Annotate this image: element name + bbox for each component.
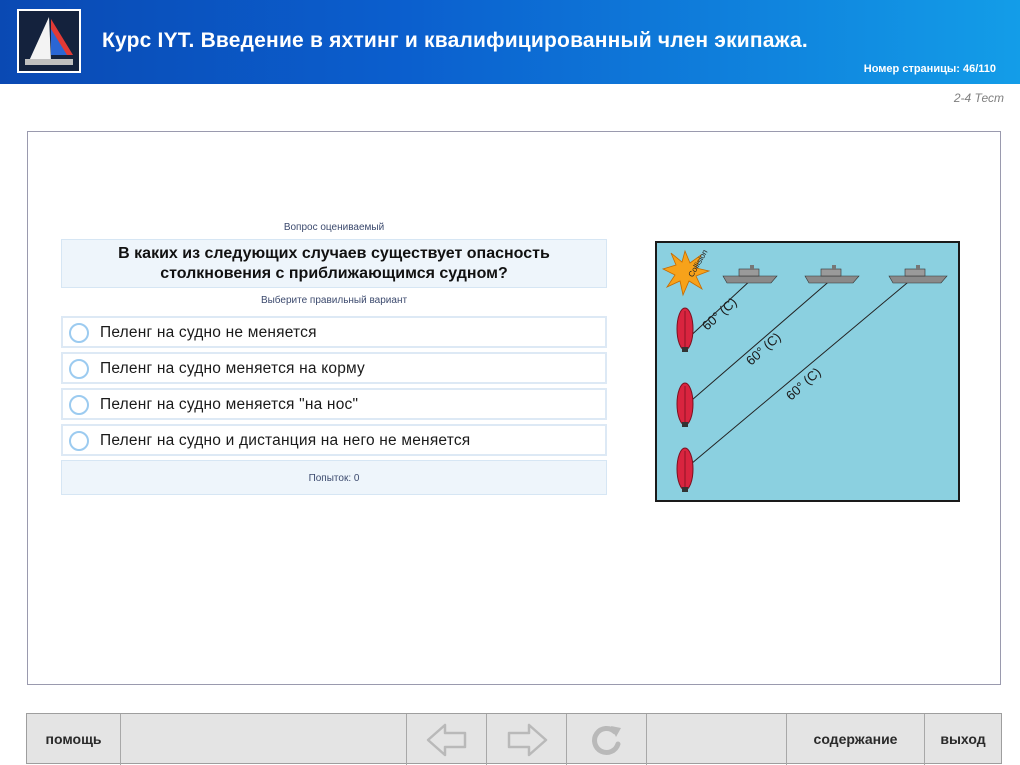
forward-button[interactable]	[487, 714, 567, 765]
question-line-2: столкновения с приближающимся судном?	[160, 265, 508, 282]
question-line-1: В каких из следующих случаев существует …	[118, 245, 550, 262]
back-button[interactable]	[407, 714, 487, 765]
radio-button[interactable]	[69, 431, 89, 451]
radio-button[interactable]	[69, 323, 89, 343]
arrow-left-icon	[426, 723, 466, 756]
graded-label: Вопрос оцениваемый	[283, 222, 385, 233]
nav-spacer	[121, 714, 407, 765]
help-button[interactable]: помощь	[27, 714, 121, 765]
reload-button[interactable]	[567, 714, 647, 765]
question-text: В каких из следующих случаев существует …	[61, 239, 607, 288]
course-logo	[17, 9, 81, 73]
exit-button[interactable]: выход	[925, 714, 1001, 765]
answer-label: Пеленг на судно меняется "на нос"	[100, 396, 359, 413]
answer-option-4[interactable]: Пеленг на судно и дистанция на него не м…	[61, 424, 607, 456]
answer-label: Пеленг на судно меняется на корму	[100, 360, 366, 377]
answer-option-2[interactable]: Пеленг на судно меняется на корму	[61, 352, 607, 384]
radio-button[interactable]	[69, 359, 89, 379]
answer-option-1[interactable]: Пеленг на судно не меняется	[61, 316, 607, 348]
contents-button[interactable]: содержание	[787, 714, 925, 765]
attempts-counter: Попыток: 0	[61, 460, 607, 495]
section-label: 2-4 Тест	[953, 91, 1004, 105]
answer-option-3[interactable]: Пеленг на судно меняется "на нос"	[61, 388, 607, 420]
header-bar: Курс IYT. Введение в яхтинг и квалифицир…	[0, 0, 1020, 84]
answer-label: Пеленг на судно и дистанция на него не м…	[100, 432, 471, 449]
bottom-navbar: помощь содержание выход	[26, 713, 1002, 765]
arrow-right-icon	[507, 723, 547, 756]
course-title: Курс IYT. Введение в яхтинг и квалифицир…	[102, 29, 808, 52]
radio-button[interactable]	[69, 395, 89, 415]
nav-spacer	[647, 714, 787, 765]
answer-label: Пеленг на судно не меняется	[100, 324, 317, 341]
instruction-label: Выберите правильный вариант	[260, 295, 408, 306]
reload-icon	[591, 725, 621, 755]
page-number: Номер страницы: 46/110	[863, 63, 996, 75]
collision-diagram: Collision 60° (C) 60° (C) 60° (C)	[655, 241, 960, 502]
